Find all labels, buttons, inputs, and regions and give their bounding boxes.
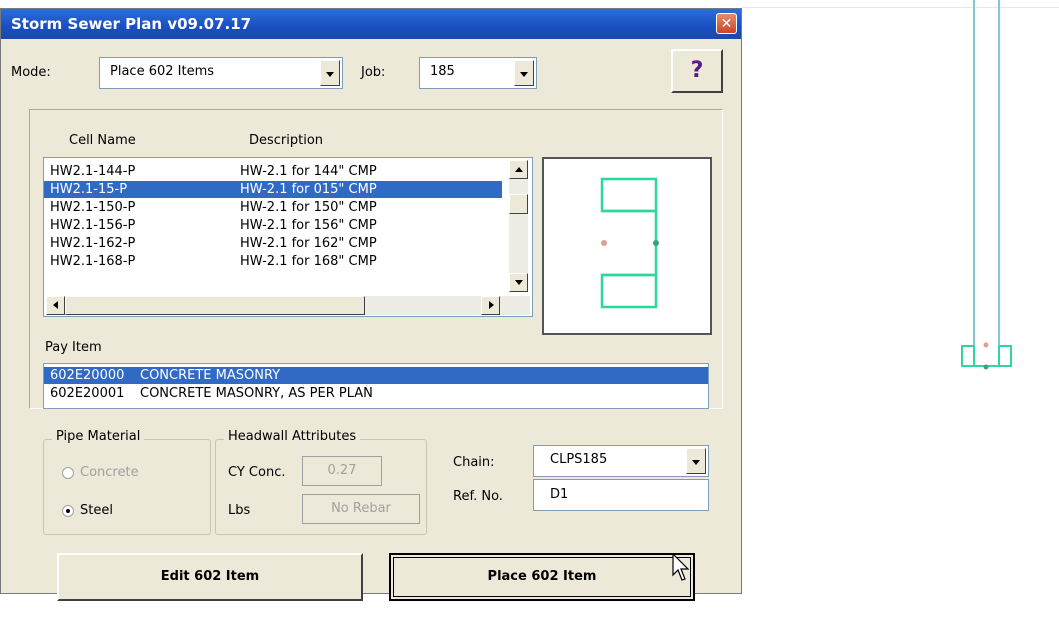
mode-value: Place 602 Items bbox=[110, 64, 215, 79]
cell-description: HW-2.1 for 156" CMP bbox=[240, 218, 377, 233]
scroll-left-button[interactable] bbox=[46, 296, 65, 315]
vscroll-thumb[interactable] bbox=[509, 194, 528, 214]
scroll-up-button[interactable] bbox=[509, 160, 528, 179]
close-button[interactable]: ✕ bbox=[716, 13, 737, 34]
job-label: Job: bbox=[361, 65, 386, 80]
cell-description: HW-2.1 for 144" CMP bbox=[240, 164, 377, 179]
cell-description: HW-2.1 for 015" CMP bbox=[240, 182, 377, 197]
cy-conc-field[interactable]: 0.27 bbox=[302, 456, 382, 486]
chain-dropdown-button[interactable] bbox=[686, 448, 706, 474]
pay-item-row-selected[interactable]: 602E20000 CONCRETE MASONRY bbox=[44, 367, 708, 384]
cell-list-hscroll[interactable] bbox=[46, 296, 530, 315]
steel-label: Steel bbox=[80, 503, 113, 518]
pay-item-text: CONCRETE MASONRY bbox=[140, 368, 281, 383]
pay-item-code: 602E20000 bbox=[50, 368, 125, 383]
job-value: 185 bbox=[430, 64, 455, 79]
pipe-material-title: Pipe Material bbox=[52, 429, 145, 444]
scroll-right-button[interactable] bbox=[481, 296, 500, 315]
cell-name: HW2.1-168-P bbox=[50, 254, 136, 269]
storm-sewer-dialog: Storm Sewer Plan v09.07.17 ✕ Mode: Place… bbox=[0, 8, 742, 601]
lbs-label: Lbs bbox=[228, 503, 251, 518]
pipe-material-group: Pipe Material Concrete Steel bbox=[43, 429, 211, 535]
mode-dropdown-button[interactable] bbox=[320, 60, 340, 86]
mouse-cursor-icon bbox=[672, 553, 690, 581]
list-item[interactable]: HW2.1-144-P HW-2.1 for 144" CMP bbox=[44, 163, 502, 180]
job-select[interactable]: 185 bbox=[419, 57, 537, 89]
scroll-down-button[interactable] bbox=[509, 273, 528, 292]
help-button[interactable]: ? bbox=[671, 49, 723, 93]
headwall-preview-icon bbox=[600, 177, 659, 309]
pay-item-list[interactable]: 602E20000 CONCRETE MASONRY 602E20001 CON… bbox=[43, 363, 709, 409]
place-602-item-button[interactable]: Place 602 Item bbox=[389, 553, 695, 601]
cell-description: HW-2.1 for 150" CMP bbox=[240, 200, 377, 215]
list-item[interactable]: HW2.1-156-P HW-2.1 for 156" CMP bbox=[44, 217, 502, 234]
mode-select[interactable]: Place 602 Items bbox=[99, 57, 343, 89]
headwall-symbol bbox=[961, 345, 1012, 367]
list-item[interactable]: HW2.1-168-P HW-2.1 for 168" CMP bbox=[44, 253, 502, 270]
pay-item-code: 602E20001 bbox=[50, 386, 125, 401]
ref-no-label: Ref. No. bbox=[453, 489, 503, 504]
concrete-label: Concrete bbox=[80, 465, 139, 480]
cell-name: HW2.1-156-P bbox=[50, 218, 136, 233]
cell-list[interactable]: HW2.1-144-P HW-2.1 for 144" CMP HW2.1-15… bbox=[43, 157, 533, 317]
cell-list-vscroll[interactable] bbox=[509, 160, 528, 292]
cad-point-green bbox=[983, 364, 989, 370]
pay-item-row[interactable]: 602E20001 CONCRETE MASONRY, AS PER PLAN bbox=[44, 385, 708, 402]
cad-point-pink bbox=[983, 342, 989, 348]
job-dropdown-button[interactable] bbox=[514, 60, 534, 86]
cell-name: HW2.1-15-P bbox=[50, 182, 128, 197]
title-bar[interactable]: Storm Sewer Plan v09.07.17 ✕ bbox=[1, 9, 741, 39]
hscroll-thumb[interactable] bbox=[65, 296, 365, 315]
cell-name: HW2.1-150-P bbox=[50, 200, 136, 215]
steel-radio[interactable] bbox=[62, 505, 74, 517]
list-item[interactable]: HW2.1-162-P HW-2.1 for 162" CMP bbox=[44, 235, 502, 252]
chain-label: Chain: bbox=[453, 455, 495, 470]
ref-no-field[interactable]: D1 bbox=[533, 479, 709, 511]
edit-602-item-button[interactable]: Edit 602 Item bbox=[57, 553, 363, 601]
cell-name-header: Cell Name bbox=[69, 133, 136, 148]
headwall-attributes-title: Headwall Attributes bbox=[224, 429, 361, 444]
chain-value: CLPS185 bbox=[550, 452, 608, 467]
headwall-attributes-group: Headwall Attributes CY Conc. 0.27 Lbs No… bbox=[215, 429, 427, 535]
description-header: Description bbox=[249, 133, 324, 148]
pay-item-label: Pay Item bbox=[45, 340, 102, 355]
cy-conc-label: CY Conc. bbox=[228, 465, 286, 480]
mode-label: Mode: bbox=[11, 65, 51, 80]
pay-item-text: CONCRETE MASONRY, AS PER PLAN bbox=[140, 386, 373, 401]
cell-preview bbox=[542, 157, 712, 335]
window-title: Storm Sewer Plan v09.07.17 bbox=[11, 15, 252, 33]
list-item-selected[interactable]: HW2.1-15-P HW-2.1 for 015" CMP bbox=[44, 181, 502, 198]
lbs-field[interactable]: No Rebar bbox=[302, 494, 420, 524]
cell-name: HW2.1-162-P bbox=[50, 236, 136, 251]
concrete-radio[interactable] bbox=[62, 467, 74, 479]
cell-name: HW2.1-144-P bbox=[50, 164, 136, 179]
cell-description: HW-2.1 for 162" CMP bbox=[240, 236, 377, 251]
chain-select[interactable]: CLPS185 bbox=[533, 445, 709, 477]
cell-description: HW-2.1 for 168" CMP bbox=[240, 254, 377, 269]
list-item[interactable]: HW2.1-150-P HW-2.1 for 150" CMP bbox=[44, 199, 502, 216]
question-icon: ? bbox=[690, 58, 704, 83]
